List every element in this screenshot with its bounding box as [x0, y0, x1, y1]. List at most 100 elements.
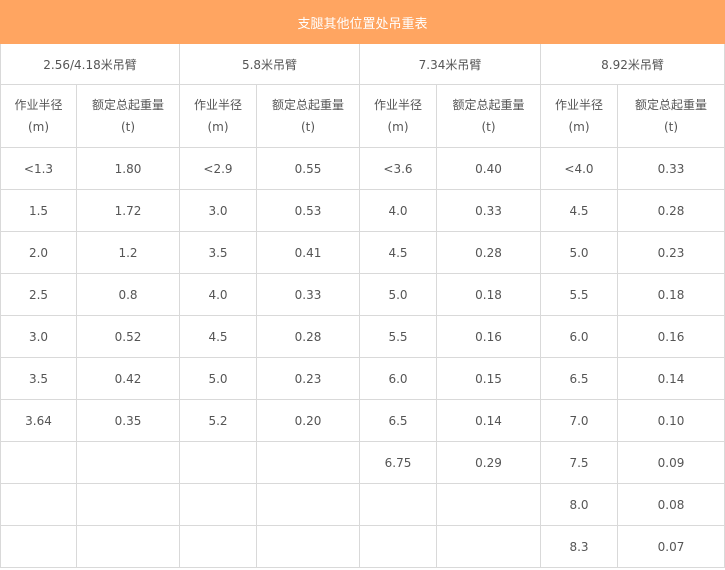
load-cell: [436, 483, 541, 526]
radius-cell: 5.0: [359, 273, 437, 316]
load-cell: 0.29: [436, 441, 541, 484]
load-cell: 0.23: [256, 357, 360, 400]
load-cell: 0.33: [436, 189, 541, 232]
load-cell: 0.28: [436, 231, 541, 274]
radius-cell: 7.5: [540, 441, 618, 484]
radius-cell: 3.0: [179, 189, 257, 232]
table-row: 3.5 0.42 5.0 0.23 6.0 0.15 6.5 0.14: [0, 357, 725, 400]
radius-cell: 6.5: [540, 357, 618, 400]
load-cell: 0.08: [616, 483, 725, 526]
load-cell: 0.35: [76, 399, 180, 442]
radius-cell: 5.0: [540, 231, 618, 274]
radius-header-label: 作业半径: [193, 98, 242, 112]
radius-header: 作业半径 (m): [359, 84, 437, 148]
load-cell: 0.15: [436, 357, 541, 400]
radius-cell: 7.0: [540, 399, 618, 442]
radius-cell: <4.0: [540, 147, 618, 190]
radius-cell: 4.0: [179, 273, 257, 316]
radius-cell: 6.0: [359, 357, 437, 400]
load-cell: 0.28: [256, 315, 360, 358]
boom-header-1: 2.56/4.18米吊臂: [0, 43, 180, 85]
table-row: 3.0 0.52 4.5 0.28 5.5 0.16 6.0 0.16: [0, 315, 725, 358]
radius-cell: 5.5: [359, 315, 437, 358]
table-row: 1.5 1.72 3.0 0.53 4.0 0.33 4.5 0.28: [0, 189, 725, 232]
boom-header-2: 5.8米吊臂: [179, 43, 360, 85]
radius-cell: [179, 441, 257, 484]
radius-cell: 6.0: [540, 315, 618, 358]
radius-header-label: 作业半径: [373, 98, 422, 112]
boom-header-4: 8.92米吊臂: [539, 43, 725, 85]
radius-cell: <1.3: [0, 147, 77, 190]
load-cell: [76, 525, 180, 568]
load-header-label: 额定总起重量: [91, 98, 164, 112]
load-cell: [76, 441, 180, 484]
load-cell: 0.20: [256, 399, 360, 442]
radius-header: 作业半径 (m): [0, 84, 77, 148]
table-row: 8.0 0.08: [0, 483, 725, 526]
load-cell: 0.28: [616, 189, 725, 232]
table-row: 2.5 0.8 4.0 0.33 5.0 0.18 5.5 0.18: [0, 273, 725, 316]
radius-cell: 3.0: [0, 315, 77, 358]
load-cell: 0.8: [76, 273, 180, 316]
radius-cell: 4.5: [179, 315, 257, 358]
load-cell: 0.41: [256, 231, 360, 274]
load-header-unit: (t): [481, 120, 496, 134]
load-cell: 0.10: [616, 399, 725, 442]
boom-header-3: 7.34米吊臂: [359, 43, 541, 85]
radius-cell: [0, 525, 77, 568]
load-header: 额定总起重量 (t): [436, 84, 541, 148]
load-cell: 0.14: [436, 399, 541, 442]
load-cell: 0.14: [616, 357, 725, 400]
load-cell: 0.55: [256, 147, 360, 190]
load-header-label: 额定总起重量: [635, 98, 708, 112]
table-row: <1.3 1.80 <2.9 0.55 <3.6 0.40 <4.0 0.33: [0, 147, 725, 190]
table-row: 2.0 1.2 3.5 0.41 4.5 0.28 5.0 0.23: [0, 231, 725, 274]
load-cell: 0.33: [256, 273, 360, 316]
load-header: 额定总起重量 (t): [256, 84, 360, 148]
radius-cell: [0, 483, 77, 526]
radius-cell: 2.0: [0, 231, 77, 274]
radius-header-label: 作业半径: [14, 98, 63, 112]
load-cell: 0.18: [616, 273, 725, 316]
radius-cell: [0, 441, 77, 484]
load-cell: 0.18: [436, 273, 541, 316]
radius-cell: 2.5: [0, 273, 77, 316]
radius-cell: 5.0: [179, 357, 257, 400]
load-cell: 0.16: [436, 315, 541, 358]
radius-cell: [359, 483, 437, 526]
load-header: 额定总起重量 (t): [76, 84, 180, 148]
load-cell: 0.53: [256, 189, 360, 232]
table-row: 6.75 0.29 7.5 0.09: [0, 441, 725, 484]
radius-cell: [179, 483, 257, 526]
radius-cell: 8.3: [540, 525, 618, 568]
table-row: 8.3 0.07: [0, 525, 725, 568]
load-header-unit: (t): [663, 120, 679, 134]
radius-cell: 5.2: [179, 399, 257, 442]
radius-cell: 3.5: [0, 357, 77, 400]
radius-cell: 3.64: [0, 399, 77, 442]
radius-cell: 4.5: [359, 231, 437, 274]
radius-header-label: 作业半径: [554, 98, 603, 112]
radius-cell: [179, 525, 257, 568]
radius-cell: 3.5: [179, 231, 257, 274]
load-cell: 0.09: [616, 441, 725, 484]
load-header-label: 额定总起重量: [271, 98, 344, 112]
load-cell: 0.42: [76, 357, 180, 400]
radius-header-unit: (m): [387, 120, 409, 134]
load-chart-table: 支腿其他位置处吊重表 2.56/4.18米吊臂 5.8米吊臂 7.34米吊臂 8…: [0, 0, 725, 568]
radius-cell: <2.9: [179, 147, 257, 190]
radius-cell: 8.0: [540, 483, 618, 526]
load-cell: 1.72: [76, 189, 180, 232]
radius-cell: <3.6: [359, 147, 437, 190]
radius-cell: 6.5: [359, 399, 437, 442]
radius-header-unit: (m): [568, 120, 590, 134]
load-cell: [256, 483, 360, 526]
load-cell: [256, 525, 360, 568]
load-header-unit: (t): [120, 120, 136, 134]
load-cell: [436, 525, 541, 568]
load-header: 额定总起重量 (t): [616, 84, 725, 148]
load-cell: [256, 441, 360, 484]
radius-cell: 5.5: [540, 273, 618, 316]
radius-cell: 1.5: [0, 189, 77, 232]
load-cell: 0.23: [616, 231, 725, 274]
